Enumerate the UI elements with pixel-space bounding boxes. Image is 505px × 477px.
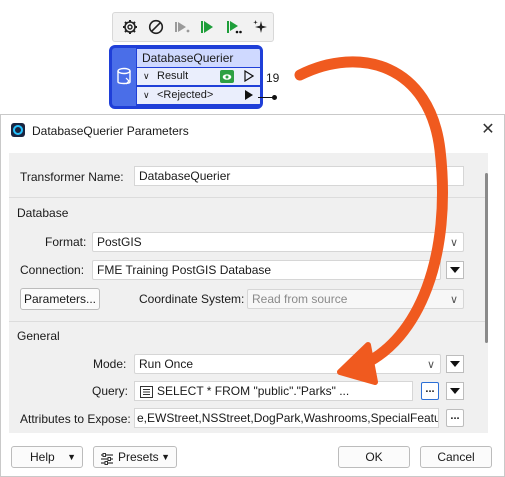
transformer-toolbar: [112, 12, 274, 42]
connection-select[interactable]: FME Training PostGIS Database ∨: [92, 260, 441, 280]
scrollbar-thumb[interactable]: [485, 173, 488, 343]
transformer-node[interactable]: DatabaseQuerier ∨ Result ∨ <Rejected>: [109, 45, 263, 109]
mode-value: Run Once: [139, 357, 194, 371]
run-from-this-icon[interactable]: [221, 14, 247, 40]
chevron-down-icon[interactable]: ∨: [143, 68, 157, 85]
gear-icon[interactable]: [117, 14, 143, 40]
mode-menu-button[interactable]: [446, 355, 464, 373]
feature-count: 19: [266, 71, 280, 85]
connection-menu-button[interactable]: [446, 261, 464, 279]
sparkle-icon[interactable]: [247, 14, 273, 40]
chevron-down-icon[interactable]: ▼: [67, 447, 76, 467]
transformer-name-label: Transformer Name:: [20, 170, 124, 184]
close-icon[interactable]: ✕: [477, 119, 499, 141]
triangle-down-icon: [450, 388, 460, 394]
connection-value: FME Training PostGIS Database: [97, 263, 272, 277]
parameters-dialog: DatabaseQuerier Parameters ✕ Transformer…: [0, 114, 505, 477]
list-icon: [140, 385, 153, 400]
dialog-title: DatabaseQuerier Parameters: [32, 124, 189, 138]
connection-dot: [272, 95, 277, 100]
dialog-titlebar: DatabaseQuerier Parameters ✕: [1, 115, 504, 145]
attributes-label: Attributes to Expose:: [20, 412, 131, 426]
query-editor-button[interactable]: ...: [421, 382, 439, 400]
format-value: PostGIS: [97, 235, 142, 249]
general-section-title: General: [17, 329, 60, 343]
query-menu-button[interactable]: [446, 382, 464, 400]
output-arrow-icon: [244, 89, 254, 106]
output-port-result[interactable]: ∨ Result: [137, 68, 260, 85]
chevron-down-icon[interactable]: ∨: [427, 262, 435, 280]
sliders-icon: [100, 451, 114, 471]
port-label: Result: [157, 70, 189, 82]
ok-button[interactable]: OK: [338, 446, 410, 468]
disable-icon[interactable]: [143, 14, 169, 40]
help-label: Help: [30, 450, 55, 464]
section-divider: [9, 197, 488, 198]
run-disabled-icon: [169, 14, 195, 40]
chevron-down-icon[interactable]: ∨: [427, 356, 435, 374]
mode-label: Mode:: [93, 357, 127, 371]
chevron-down-icon[interactable]: ∨: [143, 87, 157, 104]
output-arrow-icon: [244, 69, 255, 88]
node-title: DatabaseQuerier: [137, 49, 260, 67]
query-value: SELECT * FROM "public"."Parks" ...: [157, 384, 350, 398]
eye-icon[interactable]: [220, 70, 234, 83]
triangle-down-icon: [450, 361, 460, 367]
database-section-title: Database: [17, 206, 69, 220]
attributes-input[interactable]: e,EWStreet,NSStreet,DogPark,Washrooms,Sp…: [134, 408, 439, 428]
cancel-button[interactable]: Cancel: [420, 446, 492, 468]
presets-button[interactable]: Presets ▼: [93, 446, 177, 468]
query-label: Query:: [92, 384, 129, 398]
port-label: <Rejected>: [157, 89, 214, 101]
connection-label: Connection:: [20, 263, 85, 277]
parameters-button[interactable]: Parameters...: [20, 288, 100, 310]
section-divider: [9, 321, 488, 322]
chevron-down-icon[interactable]: ∨: [450, 234, 458, 252]
coordinate-system-value: Read from source: [252, 292, 348, 306]
query-input[interactable]: SELECT * FROM "public"."Parks" ...: [134, 381, 413, 401]
database-icon: [112, 48, 136, 106]
coordinate-system-select[interactable]: Read from source ∨: [247, 289, 464, 309]
output-port-rejected[interactable]: ∨ <Rejected>: [137, 87, 260, 104]
dialog-body: Transformer Name: DatabaseQuerier Databa…: [9, 153, 488, 433]
chevron-down-icon[interactable]: ▼: [161, 447, 170, 467]
attributes-editor-button[interactable]: ...: [446, 409, 464, 427]
help-button[interactable]: Help ▼: [11, 446, 83, 468]
fme-app-icon: [11, 123, 25, 137]
run-to-this-icon[interactable]: [195, 14, 221, 40]
chevron-down-icon[interactable]: ∨: [450, 291, 458, 309]
triangle-down-icon: [450, 267, 460, 273]
coordinate-system-label: Coordinate System:: [139, 292, 245, 306]
presets-label: Presets: [118, 450, 159, 464]
transformer-name-input[interactable]: DatabaseQuerier: [134, 166, 464, 186]
format-select[interactable]: PostGIS ∨: [92, 232, 464, 252]
format-label: Format:: [45, 235, 87, 249]
mode-select[interactable]: Run Once ∨: [134, 354, 441, 374]
